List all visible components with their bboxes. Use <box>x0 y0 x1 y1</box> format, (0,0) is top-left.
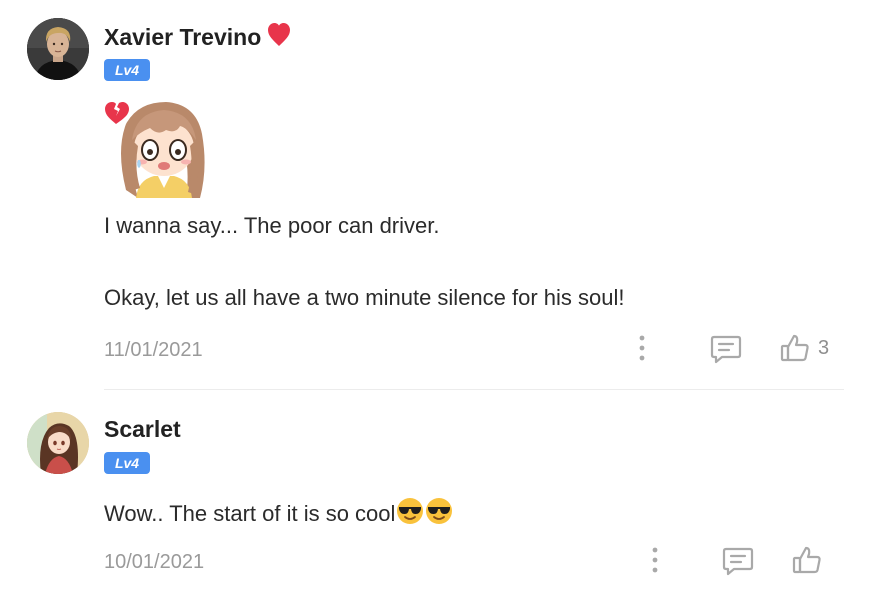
comment-text-line: Wow.. The start of it is so cool <box>104 497 453 531</box>
comment-date: 11/01/2021 <box>104 339 203 361</box>
reply-button[interactable] <box>710 334 742 364</box>
level-badge: Lv4 <box>104 452 150 474</box>
comment-icon <box>710 335 742 364</box>
avatar[interactable] <box>27 412 89 474</box>
crying-anime-girl-sticker <box>104 90 212 200</box>
more-options-button[interactable] <box>630 334 654 362</box>
sunglasses-emoji-icon <box>425 497 453 531</box>
more-vertical-icon <box>639 335 645 361</box>
more-vertical-icon <box>652 547 658 573</box>
comment-text-line: I wanna say... The poor can driver. <box>104 213 440 238</box>
avatar[interactable] <box>27 18 89 80</box>
author-name[interactable]: Scarlet <box>104 416 181 443</box>
like-button[interactable] <box>792 545 822 575</box>
sunglasses-emoji-icon <box>396 497 424 531</box>
like-count: 3 <box>818 336 830 359</box>
comment-date: 10/01/2021 <box>104 551 205 573</box>
level-badge: Lv4 <box>104 59 150 81</box>
like-button[interactable]: 3 <box>780 333 829 363</box>
more-options-button[interactable] <box>643 546 667 574</box>
comment-text-line: Okay, let us all have a two minute silen… <box>104 285 625 310</box>
comment-item: Scarlet Lv4 Wow.. The start of it is so … <box>0 390 872 600</box>
thumbs-up-icon <box>792 546 821 574</box>
thumbs-up-icon <box>780 334 809 362</box>
reply-button[interactable] <box>722 546 754 576</box>
author-name[interactable]: Xavier Trevino <box>104 22 291 54</box>
comment-icon <box>722 547 754 576</box>
heart-icon <box>267 22 291 54</box>
comment-item: Xavier Trevino Lv4 I wanna say... The po… <box>0 0 872 390</box>
